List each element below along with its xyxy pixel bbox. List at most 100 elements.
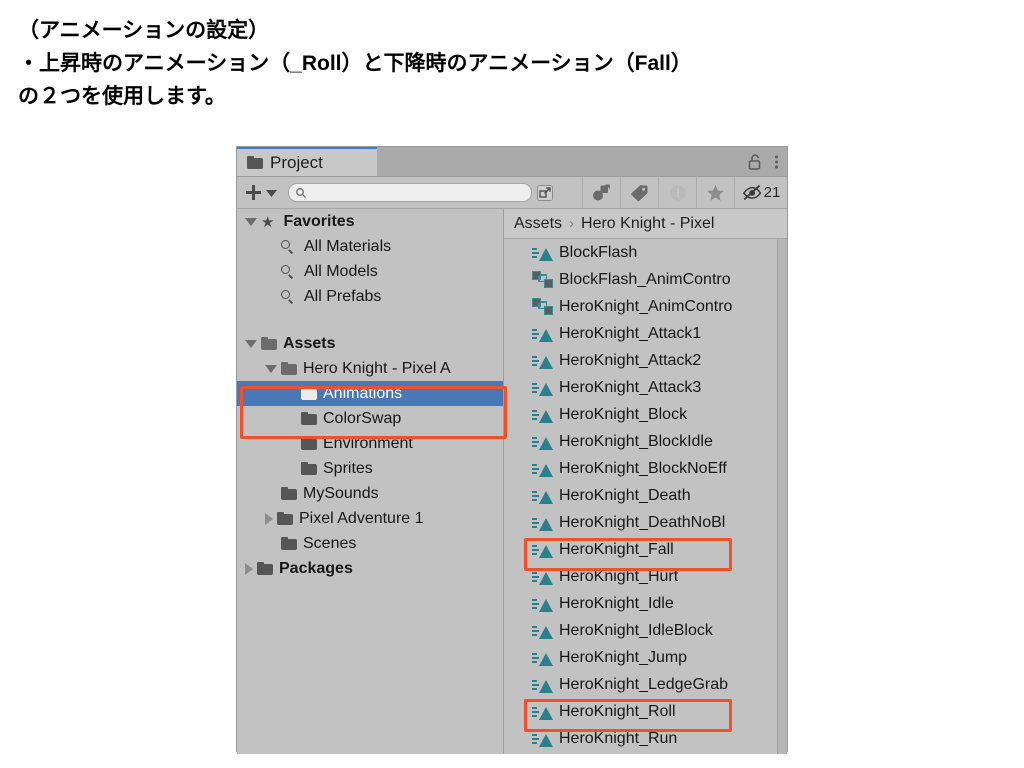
favorites-filter-button[interactable] xyxy=(696,177,734,208)
animation-clip-icon xyxy=(532,326,553,342)
hidden-assets-toggle[interactable]: 21 xyxy=(734,177,787,208)
tree-item-all-prefabs[interactable]: All Prefabs xyxy=(237,284,503,309)
twisty-placeholder xyxy=(265,293,277,301)
warning-filter-button[interactable] xyxy=(658,177,696,208)
tree-item-environment[interactable]: Environment xyxy=(237,431,503,456)
twisty-placeholder xyxy=(285,440,297,448)
twisty-placeholder xyxy=(265,268,277,276)
asset-row[interactable]: BlockFlash_AnimContro xyxy=(504,266,787,293)
asset-row[interactable]: HeroKnight_DeathNoBl xyxy=(504,509,787,536)
asset-row-label: BlockFlash xyxy=(559,243,638,261)
asset-row[interactable]: HeroKnight_Hurt xyxy=(504,563,787,590)
tree-item-mysounds[interactable]: MySounds xyxy=(237,481,503,506)
asset-row[interactable]: HeroKnight_Fall xyxy=(504,536,787,563)
asset-row[interactable]: HeroKnight_Attack3 xyxy=(504,374,787,401)
breadcrumb-separator-icon: › xyxy=(569,215,575,232)
asset-row[interactable]: BlockFlash xyxy=(504,239,787,266)
tree-item-hero-knight-pixel-a[interactable]: Hero Knight - Pixel A xyxy=(237,356,503,381)
twisty-placeholder xyxy=(265,243,277,251)
animation-clip-icon xyxy=(532,353,553,369)
asset-row[interactable]: HeroKnight_Jump xyxy=(504,644,787,671)
tree-item-all-materials[interactable]: All Materials xyxy=(237,234,503,259)
asset-row[interactable]: HeroKnight_LedgeGrab xyxy=(504,671,787,698)
unlocked-padlock-icon[interactable] xyxy=(748,153,762,170)
saved-search-icon xyxy=(281,239,295,254)
caption-line-3: の２つを使用します。 xyxy=(18,85,226,108)
search-field[interactable] xyxy=(288,183,532,202)
asset-row[interactable]: HeroKnight_Block xyxy=(504,401,787,428)
tree-item-pixel-adventure-1[interactable]: Pixel Adventure 1 xyxy=(237,506,503,531)
asset-row-label: HeroKnight_Attack3 xyxy=(559,378,702,396)
asset-list-pane: Assets › Hero Knight - Pixel BlockFlash B… xyxy=(504,209,787,754)
asset-row-label: HeroKnight_DeathNoBl xyxy=(559,513,726,531)
tree-item-label: Packages xyxy=(279,559,353,577)
asset-row-label: HeroKnight_Run xyxy=(559,729,678,747)
tree-item-scenes[interactable]: Scenes xyxy=(237,531,503,556)
folder-open-icon xyxy=(261,337,277,350)
asset-row[interactable]: HeroKnight_Roll xyxy=(504,698,787,725)
asset-list-scrollbar[interactable] xyxy=(777,239,787,754)
asset-row[interactable]: HeroKnight_Run xyxy=(504,725,787,752)
tree-item-colorswap[interactable]: ColorSwap xyxy=(237,406,503,431)
search-input[interactable] xyxy=(310,184,531,201)
animation-clip-icon xyxy=(532,461,553,477)
search-icon xyxy=(295,187,307,199)
tree-item-packages[interactable]: Packages xyxy=(237,556,503,581)
chevron-down-icon[interactable] xyxy=(265,364,277,373)
asset-row-label: HeroKnight_Roll xyxy=(559,702,676,720)
filter-by-type-button[interactable] xyxy=(582,177,620,208)
hidden-assets-count: 21 xyxy=(763,184,781,201)
tree-item-assets[interactable]: Assets xyxy=(237,331,503,356)
asset-row-label: HeroKnight_Jump xyxy=(559,648,688,666)
asset-row[interactable]: HeroKnight_IdleBlock xyxy=(504,617,787,644)
filter-by-label-icon xyxy=(631,184,648,201)
animation-clip-icon xyxy=(532,434,553,450)
breadcrumb-root[interactable]: Assets xyxy=(514,215,562,233)
tree-item-label: Environment xyxy=(323,434,413,452)
breadcrumb-current[interactable]: Hero Knight - Pixel xyxy=(581,215,714,233)
chevron-right-icon[interactable] xyxy=(245,562,253,575)
asset-row[interactable]: HeroKnight_Attack2 xyxy=(504,347,787,374)
animation-clip-icon xyxy=(532,731,553,747)
chevron-right-icon[interactable] xyxy=(265,512,273,525)
animation-clip-icon xyxy=(532,515,553,531)
tab-project-label: Project xyxy=(270,152,323,172)
tree-item-animations[interactable]: Animations xyxy=(237,381,503,406)
asset-row-label: HeroKnight_Attack1 xyxy=(559,324,702,342)
animation-clip-icon xyxy=(532,542,553,558)
asset-row[interactable]: HeroKnight_Attack1 xyxy=(504,320,787,347)
folder-icon xyxy=(301,412,317,425)
kebab-menu-icon[interactable] xyxy=(774,154,779,170)
twisty-placeholder xyxy=(285,390,297,398)
tab-bar-controls xyxy=(748,147,779,176)
asset-row[interactable]: HeroKnight_BlockNoEff xyxy=(504,455,787,482)
project-toolbar: 21 xyxy=(237,177,787,209)
tree-item-sprites[interactable]: Sprites xyxy=(237,456,503,481)
asset-row[interactable]: HeroKnight_Death xyxy=(504,482,787,509)
caption-line-1: （アニメーションの設定） xyxy=(18,19,270,42)
tree-item-label: All Materials xyxy=(304,237,392,255)
tree-item-all-models[interactable]: All Models xyxy=(237,259,503,284)
asset-row[interactable]: HeroKnight_Idle xyxy=(504,590,787,617)
filter-by-type-icon xyxy=(593,184,610,200)
asset-row-label: HeroKnight_Hurt xyxy=(559,567,679,585)
add-asset-button[interactable] xyxy=(244,183,277,202)
asset-row-label: HeroKnight_Death xyxy=(559,486,691,504)
chevron-down-icon[interactable] xyxy=(245,339,257,348)
asset-row[interactable]: HeroKnight_AnimContro xyxy=(504,293,787,320)
filter-by-label-button[interactable] xyxy=(620,177,658,208)
asset-row-label: HeroKnight_BlockNoEff xyxy=(559,459,727,477)
asset-row-label: HeroKnight_Block xyxy=(559,405,688,423)
expand-search-icon[interactable] xyxy=(534,182,556,204)
animation-clip-icon xyxy=(532,488,553,504)
chevron-down-icon[interactable] xyxy=(245,217,257,226)
asset-row[interactable]: HeroKnight_BlockIdle xyxy=(504,428,787,455)
asset-row-label: HeroKnight_BlockIdle xyxy=(559,432,713,450)
animation-clip-icon xyxy=(532,569,553,585)
tab-project[interactable]: Project xyxy=(237,147,377,176)
tree-item-favorites[interactable]: ★ Favorites xyxy=(237,209,503,234)
animation-clip-icon xyxy=(532,623,553,639)
tree-item-label: Sprites xyxy=(323,459,373,477)
folder-icon xyxy=(301,437,317,450)
breadcrumb: Assets › Hero Knight - Pixel xyxy=(504,209,787,239)
